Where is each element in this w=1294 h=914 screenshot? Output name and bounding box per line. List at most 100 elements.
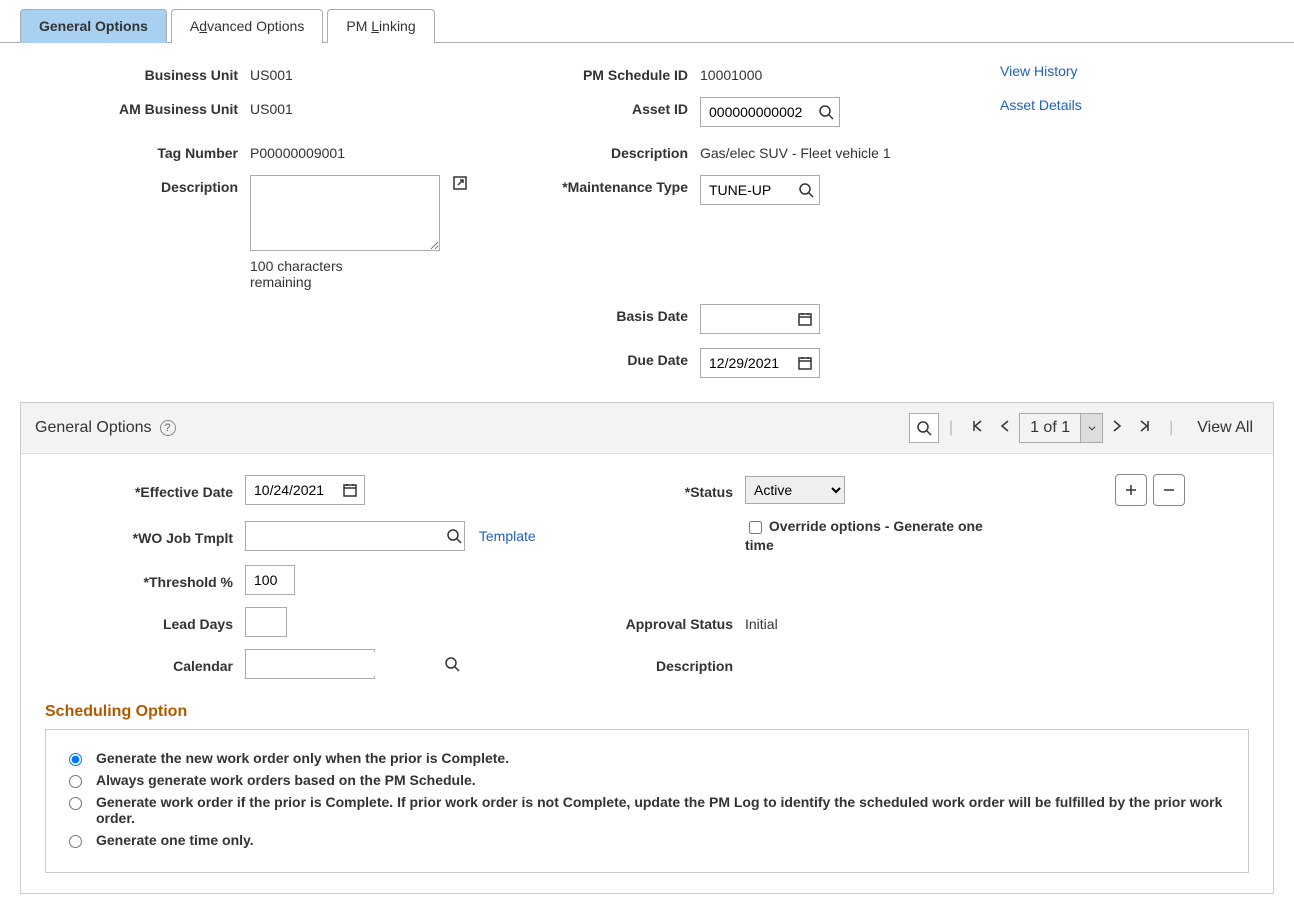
effective-date-calendar-button[interactable] [336, 476, 364, 504]
wo-job-template-lookup [245, 521, 465, 551]
tab-general-options[interactable]: General Options [20, 9, 167, 43]
tag-number-value: P00000009001 [250, 141, 510, 161]
wo-job-template-search-button[interactable] [443, 522, 464, 550]
maintenance-type-label: *Maintenance Type [510, 175, 700, 195]
effective-date-label: *Effective Date [45, 480, 245, 500]
sched-opt-2-label: Always generate work orders based on the… [96, 772, 1230, 788]
sched-opt-1-radio[interactable] [69, 753, 82, 766]
asset-description-label: Description [510, 141, 700, 161]
sched-opt-2-radio[interactable] [69, 775, 82, 788]
lead-days-label: Lead Days [45, 612, 245, 632]
sched-opt-3-radio[interactable] [69, 797, 82, 810]
tab-bar: General Options Advanced Options PM Link… [0, 8, 1294, 43]
grid-prev-button[interactable] [991, 418, 1019, 439]
remove-row-button[interactable] [1153, 474, 1185, 506]
basis-date-calendar-button[interactable] [791, 305, 819, 333]
search-icon [818, 104, 834, 120]
approval-status-label: Approval Status [545, 612, 745, 632]
lead-days-input[interactable] [245, 607, 287, 637]
grid-toolbar: | 1 of 1 | View All [909, 413, 1259, 443]
basis-date-label: Basis Date [510, 304, 700, 324]
search-icon [916, 420, 932, 436]
wo-job-template-input[interactable] [246, 524, 443, 548]
sched-opt-1-label: Generate the new work order only when th… [96, 750, 1230, 766]
grid-counter-dropdown[interactable] [1080, 414, 1102, 442]
override-options-checkbox[interactable] [749, 521, 762, 534]
next-icon [1109, 418, 1125, 434]
status-label: *Status [545, 480, 745, 500]
calendar-search-button[interactable] [443, 650, 460, 678]
due-date-calendar-button[interactable] [791, 349, 819, 377]
status-select[interactable]: Active [745, 476, 845, 504]
effective-date-field [245, 475, 365, 505]
calendar-icon [342, 482, 358, 498]
calendar-label: Calendar [45, 654, 245, 674]
section-body: *Effective Date *Status Active [21, 454, 1273, 893]
due-date-label: Due Date [510, 348, 700, 368]
asset-description-value: Gas/elec SUV - Fleet vehicle 1 [700, 141, 1000, 161]
first-icon [969, 418, 985, 434]
search-icon [798, 182, 814, 198]
threshold-label: *Threshold % [45, 570, 245, 590]
basis-date-input[interactable] [701, 307, 791, 331]
grid-view-all-link[interactable]: View All [1183, 419, 1259, 437]
asset-id-search-button[interactable] [811, 98, 839, 126]
general-options-section: General Options ? | 1 of 1 [20, 402, 1274, 894]
description-textarea[interactable] [250, 175, 440, 251]
wo-job-template-label: *WO Job Tmplt [45, 526, 245, 546]
grid-find-button[interactable] [909, 413, 939, 443]
calendar-input[interactable] [246, 652, 443, 676]
override-options-label: Override options - Generate one time [745, 518, 983, 553]
plus-icon [1123, 482, 1139, 498]
prev-icon [997, 418, 1013, 434]
approval-status-value: Initial [745, 612, 1005, 632]
am-business-unit-value: US001 [250, 97, 510, 117]
help-button[interactable]: ? [160, 420, 176, 436]
description-label: Description [0, 175, 250, 195]
due-date-field [700, 348, 820, 378]
chevron-down-icon [1087, 423, 1097, 433]
scheduling-option-heading: Scheduling Option [45, 703, 1249, 721]
row-description-label: Description [545, 654, 745, 674]
sched-opt-4-label: Generate one time only. [96, 832, 1230, 848]
description-popout-button[interactable] [452, 175, 468, 194]
search-icon [446, 528, 462, 544]
grid-first-button[interactable] [963, 418, 991, 439]
last-icon [1137, 418, 1153, 434]
am-business-unit-label: AM Business Unit [0, 97, 250, 117]
scheduling-option-group: Generate the new work order only when th… [45, 729, 1249, 873]
grid-counter: 1 of 1 [1019, 413, 1103, 443]
due-date-input[interactable] [701, 351, 791, 375]
minus-icon [1161, 482, 1177, 498]
maintenance-type-lookup [700, 175, 820, 205]
add-row-button[interactable] [1115, 474, 1147, 506]
tab-advanced-options[interactable]: Advanced Options [171, 9, 323, 43]
calendar-lookup [245, 649, 375, 679]
tab-pm-linking[interactable]: PM Linking [327, 9, 434, 43]
maintenance-type-search-button[interactable] [791, 176, 819, 204]
section-title: General Options [35, 419, 152, 437]
business-unit-label: Business Unit [0, 63, 250, 83]
threshold-input[interactable] [245, 565, 295, 595]
grid-last-button[interactable] [1131, 418, 1159, 439]
maintenance-type-input[interactable] [701, 178, 791, 202]
popout-icon [452, 175, 468, 191]
basis-date-field [700, 304, 820, 334]
pm-schedule-id-label: PM Schedule ID [510, 63, 700, 83]
asset-id-lookup [700, 97, 840, 127]
pm-schedule-id-value: 10001000 [700, 63, 1000, 83]
view-history-link[interactable]: View History [1000, 63, 1078, 79]
template-link[interactable]: Template [479, 528, 536, 544]
char-remaining-text: 100 characters remaining [250, 258, 390, 290]
header-panel: Business Unit US001 PM Schedule ID 10001… [0, 43, 1294, 402]
effective-date-input[interactable] [246, 478, 336, 502]
search-icon [444, 656, 460, 672]
calendar-icon [797, 311, 813, 327]
asset-id-input[interactable] [701, 100, 811, 124]
asset-details-link[interactable]: Asset Details [1000, 97, 1082, 113]
sched-opt-4-radio[interactable] [69, 835, 82, 848]
grid-next-button[interactable] [1103, 418, 1131, 439]
tag-number-label: Tag Number [0, 141, 250, 161]
sched-opt-3-label: Generate work order if the prior is Comp… [96, 794, 1230, 826]
section-header: General Options ? | 1 of 1 [21, 403, 1273, 454]
